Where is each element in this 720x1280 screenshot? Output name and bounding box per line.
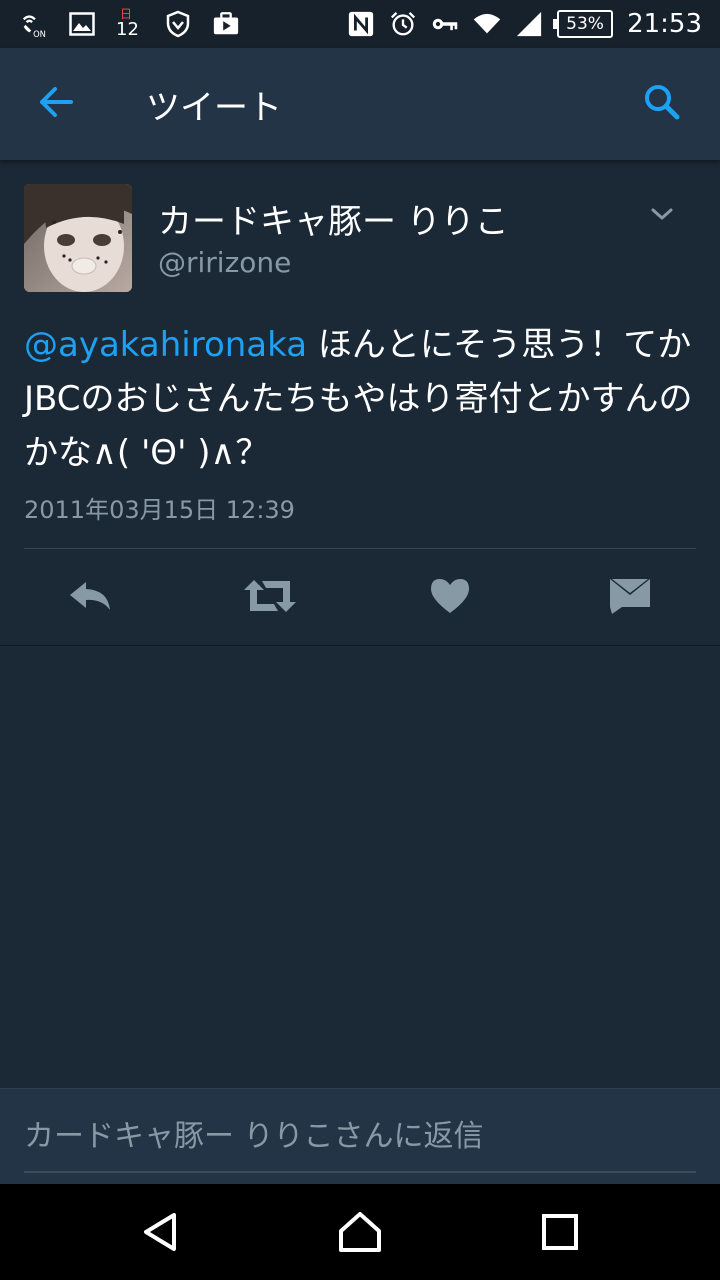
tweet-actions [0,550,720,646]
direct-message-icon [608,577,652,619]
tweet-timestamp: 2011年03月15日 12:39 [24,496,295,524]
recent-apps-icon [541,1213,579,1255]
retweet-button[interactable] [242,572,298,624]
tweet-options-button[interactable] [644,198,680,234]
reply-input[interactable]: カードキャ豚ー りりこさんに返信 [24,1111,696,1173]
arrow-left-icon [37,85,75,123]
heart-icon [429,577,471,619]
reply-button[interactable] [62,572,118,624]
search-button[interactable] [640,82,684,126]
nav-home-button[interactable] [334,1208,386,1260]
avatar[interactable] [24,184,132,292]
nav-recents-button[interactable] [534,1208,586,1260]
nav-back-button[interactable] [134,1208,186,1260]
system-navigation-bar [0,1184,720,1280]
calendar-day-number: 12 [116,19,139,40]
battery-percent: 53% [566,14,604,34]
tweet-bottom-border [0,645,720,646]
retweet-icon [242,578,298,618]
wifi-calling-on-icon: ON [20,10,48,39]
display-name[interactable]: カードキャ豚ー りりこ [158,194,509,243]
app-bar: ツイート [0,48,720,160]
direct-message-button[interactable] [602,572,658,624]
page-title: ツイート [146,88,282,128]
tweet-text: @ayakahironaka ほんとにそう思う！てかJBCのおじさんたちもやはり… [24,318,704,480]
chevron-down-icon [650,206,674,226]
status-bar-right: 53% 21:53 [347,9,702,39]
reply-bar: カードキャ豚ー りりこさんに返信 [0,1088,720,1184]
status-bar: ON 日 12 53% 21:53 [0,0,720,48]
image-icon [68,10,96,38]
battery-icon: 53% [553,10,614,38]
reply-icon [66,578,114,618]
briefcase-play-icon [212,10,240,38]
back-button[interactable] [34,84,78,124]
svg-text:ON: ON [33,29,46,39]
calendar-icon: 日 12 [116,8,140,40]
divider [24,548,696,549]
wifi-icon [473,10,501,38]
like-button[interactable] [422,572,478,624]
alarm-clock-icon [389,10,417,38]
status-bar-left: ON 日 12 [20,8,260,40]
shield-icon [164,10,192,38]
key-icon [431,10,459,38]
nav-back-triangle-icon [140,1211,180,1257]
signal-icon [515,10,543,38]
nfc-icon [347,10,375,38]
mention-link[interactable]: @ayakahironaka [24,325,307,365]
clock: 21:53 [627,9,702,39]
home-icon [338,1211,382,1257]
search-icon [643,83,681,125]
user-handle[interactable]: @ririzone [158,246,291,279]
